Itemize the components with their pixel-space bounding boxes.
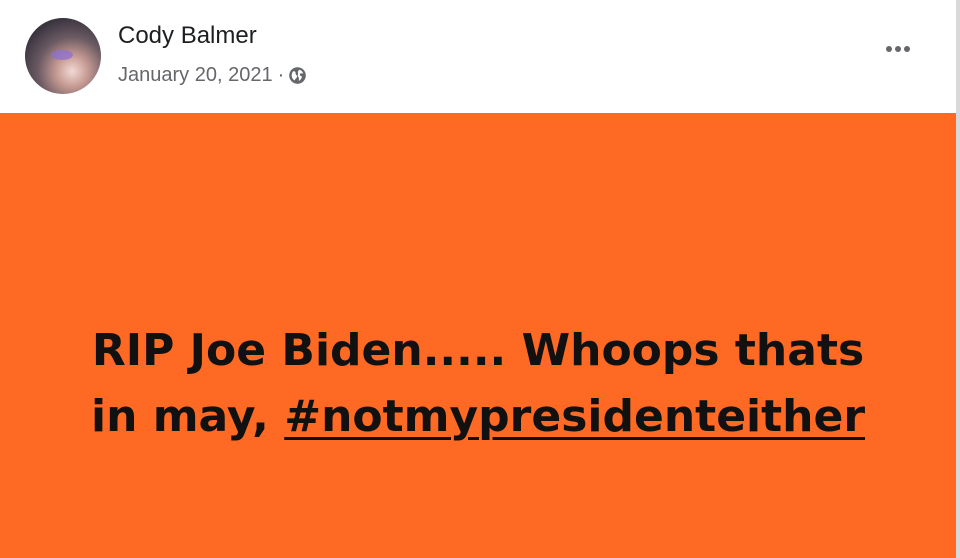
avatar-photo <box>51 50 73 60</box>
status-text: RIP Joe Biden..... Whoops thats in may, … <box>0 318 956 450</box>
status-background: RIP Joe Biden..... Whoops thats in may, … <box>0 113 956 558</box>
card-edge <box>956 0 960 558</box>
meta-separator: · <box>277 63 285 86</box>
author-name[interactable]: Cody Balmer <box>118 22 257 50</box>
post-timestamp[interactable]: January 20, 2021 <box>118 64 273 87</box>
status-line-1: RIP Joe Biden..... Whoops thats <box>91 325 865 376</box>
globe-icon[interactable] <box>288 66 307 85</box>
facebook-post: Cody Balmer January 20, 2021 · RIP Joe B… <box>0 0 960 558</box>
post-meta: January 20, 2021 · <box>118 62 307 88</box>
post-header: Cody Balmer January 20, 2021 · <box>0 0 956 113</box>
avatar[interactable] <box>25 18 101 94</box>
ellipsis-icon[interactable] <box>878 36 918 62</box>
status-line-2: in may, #notmypresidenteither <box>0 384 956 450</box>
hashtag-link[interactable]: #notmypresidenteither <box>284 391 865 442</box>
status-line-2-prefix: in may, <box>90 391 285 442</box>
